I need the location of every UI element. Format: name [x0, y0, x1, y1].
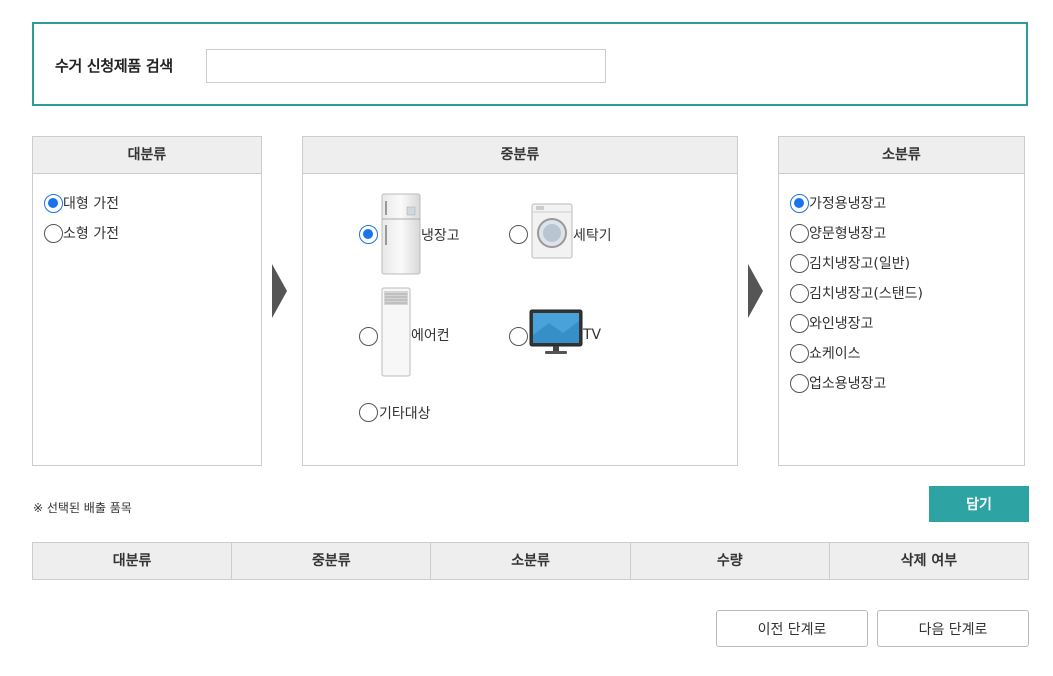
small-option-label: 업소용냉장고: [809, 376, 887, 392]
small-option-0[interactable]: 가정용냉장고: [790, 193, 886, 213]
search-panel: 수거 신청제품 검색: [32, 22, 1028, 106]
small-option-6[interactable]: 업소용냉장고: [790, 373, 886, 393]
mid-option-label: 에어컨: [411, 328, 450, 344]
add-button[interactable]: 담기: [929, 486, 1029, 522]
large-option-label: 소형 가전: [63, 226, 119, 242]
radio-button[interactable]: [44, 193, 63, 213]
small-category-panel: 소분류 가정용냉장고 양문형냉장고 김치냉장고(일반) 김치냉장고(스탠드) 와…: [778, 136, 1025, 466]
small-option-label: 쇼케이스: [809, 346, 861, 362]
small-option-label: 김치냉장고(일반): [809, 256, 911, 272]
small-option-3[interactable]: 김치냉장고(스탠드): [790, 283, 923, 303]
small-category-title: 소분류: [779, 137, 1024, 174]
radio-button[interactable]: [790, 283, 809, 303]
radio-button[interactable]: [359, 225, 378, 244]
radio-button[interactable]: [359, 327, 378, 346]
radio-button[interactable]: [509, 327, 528, 346]
mid-option-label: 기타대상: [379, 406, 431, 422]
column-header-delete: 삭제 여부: [900, 553, 958, 569]
radio-button[interactable]: [44, 223, 63, 243]
radio-button[interactable]: [790, 373, 809, 393]
arrow-right-icon: [272, 264, 287, 318]
radio-button[interactable]: [790, 343, 809, 363]
mid-option-label: 세탁기: [573, 228, 612, 244]
column-header-small: 소분류: [431, 543, 631, 579]
large-option-1[interactable]: 소형 가전: [44, 223, 119, 243]
small-option-5[interactable]: 쇼케이스: [790, 343, 861, 363]
product-search-input[interactable]: [206, 49, 606, 83]
refrigerator-icon: [381, 193, 421, 275]
search-label: 수거 신청제품 검색: [55, 57, 173, 75]
large-category-panel: 대분류 대형 가전 소형 가전: [32, 136, 262, 466]
large-option-0[interactable]: 대형 가전: [44, 193, 119, 213]
small-option-label: 양문형냉장고: [809, 226, 887, 242]
small-option-label: 와인냉장고: [809, 316, 874, 332]
mid-option-label: 냉장고: [421, 228, 460, 244]
large-category-title: 대분류: [33, 137, 261, 174]
column-header-large: 대분류: [33, 543, 233, 579]
next-step-button[interactable]: 다음 단계로: [877, 610, 1029, 647]
selected-items-table-header: 대분류 중분류 소분류 수량 삭제 여부: [32, 542, 1029, 580]
radio-button[interactable]: [790, 313, 809, 333]
radio-button[interactable]: [509, 225, 528, 244]
small-option-2[interactable]: 김치냉장고(일반): [790, 253, 910, 273]
washing-machine-icon: [531, 203, 573, 259]
radio-button[interactable]: [790, 223, 809, 243]
air-conditioner-icon: [381, 287, 411, 377]
selected-items-note: ※ 선택된 배출 품목: [33, 501, 132, 515]
large-option-label: 대형 가전: [63, 196, 119, 212]
radio-button[interactable]: [359, 403, 378, 422]
mid-category-panel: 중분류 냉장고 세탁기 에어컨 TV 기타대상: [302, 136, 738, 466]
small-option-label: 김치냉장고(스탠드): [809, 286, 923, 302]
small-option-1[interactable]: 양문형냉장고: [790, 223, 886, 243]
small-option-4[interactable]: 와인냉장고: [790, 313, 873, 333]
small-option-label: 가정용냉장고: [809, 196, 887, 212]
radio-button[interactable]: [790, 193, 809, 213]
column-header-quantity: 수량: [631, 543, 830, 579]
column-header-mid: 중분류: [232, 543, 432, 579]
tv-icon: [529, 309, 583, 354]
mid-category-title: 중분류: [303, 137, 737, 174]
radio-button[interactable]: [790, 253, 809, 273]
arrow-right-icon: [748, 264, 763, 318]
mid-option-label: TV: [583, 327, 602, 343]
prev-step-button[interactable]: 이전 단계로: [716, 610, 868, 647]
